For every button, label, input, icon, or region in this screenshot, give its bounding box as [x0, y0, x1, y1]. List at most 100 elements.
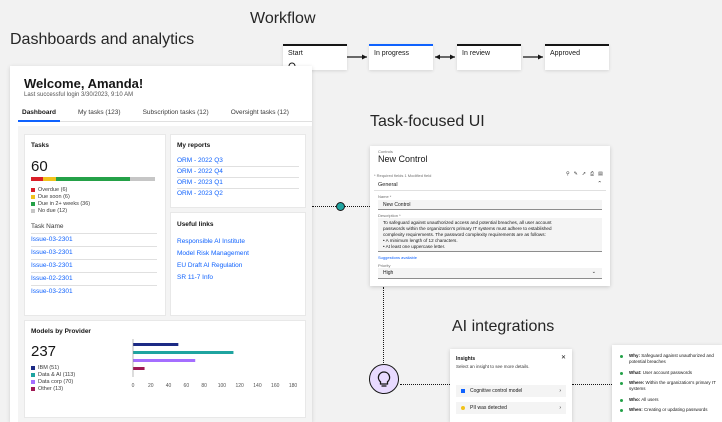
detail-what: What: User account passwords [620, 370, 720, 376]
workflow-step-in-review[interactable]: In review [457, 44, 521, 70]
legend-swatch [31, 188, 35, 192]
control-form-window: Controls New Control * Required fields 1… [370, 146, 610, 286]
form-toolbar: ⚲ ✎ ➚ ⎙ ▤ [566, 171, 603, 177]
x-tick-label: 60 [184, 383, 190, 389]
connector-bulb-to-insights [400, 384, 450, 385]
chevron-up-icon: ⌃ [597, 181, 602, 187]
legend-swatch [31, 195, 35, 199]
legend-label: IBM (51) [38, 365, 60, 371]
dashboard-panels: Tasks 60 Overdue (6) Due soon (6) Due in… [18, 126, 312, 422]
workflow-step-approved[interactable]: Approved [545, 44, 609, 70]
priority-value: High [383, 270, 394, 276]
tab-subscription-tasks[interactable]: Subscription tasks (12) [139, 108, 213, 122]
task-link[interactable]: Issue-02-2301 [31, 275, 73, 282]
detail-key: Where: [629, 380, 645, 385]
report-link[interactable]: ORM - 2022 Q4 [177, 168, 223, 175]
provider-bar [133, 351, 234, 354]
suggestions-link[interactable]: Suggestions available [378, 255, 417, 260]
tasks-bar-segment [43, 177, 56, 181]
insight-label: Cognitive control model [470, 388, 523, 394]
x-tick-label: 180 [289, 383, 298, 389]
chevron-right-icon: › [559, 405, 561, 411]
insights-title: Insights [456, 356, 476, 362]
divider [177, 166, 299, 167]
description-field[interactable]: To safeguard against unauthorized access… [378, 218, 602, 252]
x-tick-label: 20 [148, 383, 154, 389]
tab-oversight-tasks[interactable]: Oversight tasks (12) [227, 108, 293, 122]
useful-links-panel: Useful links Responsible AI Institute Mo… [170, 212, 306, 316]
search-icon[interactable]: ⚲ [566, 171, 570, 177]
report-link[interactable]: ORM - 2022 Q3 [177, 157, 223, 164]
provider-bar [133, 367, 145, 370]
task-link[interactable]: Issue-03-2301 [31, 249, 73, 256]
dashboard-tabs: Dashboard My tasks (123) Subscription ta… [18, 108, 312, 122]
legend-swatch [31, 380, 35, 384]
insight-marker [461, 389, 465, 393]
x-tick-label: 140 [253, 383, 262, 389]
report-link[interactable]: ORM - 2023 Q1 [177, 179, 223, 186]
divider [31, 272, 157, 273]
legend-data-ai: Data & AI (113) [31, 372, 75, 378]
name-label: Name * [378, 194, 392, 199]
report-link[interactable]: ORM - 2023 Q2 [177, 190, 223, 197]
close-icon[interactable]: ✕ [561, 354, 566, 361]
provider-bar [133, 343, 179, 346]
connector-form-to-ai [383, 287, 384, 363]
connector-insights-to-details [572, 384, 612, 385]
legend-overdue: Overdue (6) [31, 187, 67, 193]
legend-swatch [31, 373, 35, 377]
task-name-header: Task Name [31, 223, 64, 230]
insight-cognitive-control[interactable]: Cognitive control model › [456, 385, 566, 397]
reports-panel: My reports ORM - 2022 Q3 ORM - 2022 Q4 O… [170, 134, 306, 208]
detail-where: Where: Within the organization's primary… [620, 380, 720, 392]
priority-select[interactable]: High ⌄ [378, 268, 602, 279]
legend-ibm: IBM (51) [31, 365, 59, 371]
detail-text: All users [641, 397, 659, 402]
divider [177, 188, 299, 189]
x-tick-label: 100 [218, 383, 227, 389]
tasks-bar-segment [55, 177, 131, 181]
insight-pii-detected[interactable]: PII was detected › [456, 402, 566, 414]
workflow-step-label: Start [288, 50, 303, 57]
share-icon[interactable]: ➚ [582, 171, 586, 177]
useful-link[interactable]: Model Risk Management [177, 250, 249, 257]
useful-link[interactable]: SR 11-7 Info [177, 274, 213, 281]
task-link[interactable]: Issue-03-2301 [31, 236, 73, 243]
tab-my-tasks[interactable]: My tasks (123) [74, 108, 125, 122]
legend-swatch [31, 202, 35, 206]
x-tick-label: 160 [271, 383, 280, 389]
legend-no-due: No due (12) [31, 208, 67, 214]
legend-swatch [31, 366, 35, 370]
legend-label: Due in 2+ weeks (36) [38, 201, 91, 207]
lightbulb-icon [377, 370, 390, 387]
insights-subtitle: Select an insight to see more details. [456, 364, 530, 369]
legend-label: Due soon (6) [38, 194, 70, 200]
task-link[interactable]: Issue-03-2301 [31, 262, 73, 269]
chevron-right-icon: › [559, 388, 561, 394]
arrowhead [362, 54, 367, 60]
dashboards-heading: Dashboards and analytics [10, 31, 195, 48]
menu-icon[interactable]: ▤ [598, 171, 603, 177]
name-field[interactable]: New Control [378, 200, 602, 210]
section-general[interactable]: General ⌃ [374, 180, 606, 191]
legend-swatch [31, 209, 35, 213]
legend-data-corp: Data corp (70) [31, 379, 73, 385]
status-dot [620, 355, 623, 358]
ai-integrations-heading: AI integrations [452, 318, 555, 335]
detail-who: Who: All users [620, 397, 720, 403]
tasks-stacked-bar [31, 177, 155, 181]
insight-marker [461, 406, 465, 410]
workflow-step-in-progress[interactable]: In progress [369, 44, 433, 70]
workflow-heading: Workflow [250, 10, 316, 27]
tab-dashboard[interactable]: Dashboard [18, 108, 60, 122]
useful-link[interactable]: Responsible AI Institute [177, 238, 245, 245]
print-icon[interactable]: ⎙ [590, 171, 594, 177]
divider [177, 177, 299, 178]
x-tick-label: 40 [166, 383, 172, 389]
tasks-bar-segment [130, 177, 155, 181]
edit-icon[interactable]: ✎ [574, 171, 578, 177]
section-label: General [378, 182, 398, 188]
ai-lightbulb-button[interactable] [369, 364, 399, 394]
task-link[interactable]: Issue-03-2301 [31, 288, 73, 295]
useful-link[interactable]: EU Draft AI Regulation [177, 262, 242, 269]
